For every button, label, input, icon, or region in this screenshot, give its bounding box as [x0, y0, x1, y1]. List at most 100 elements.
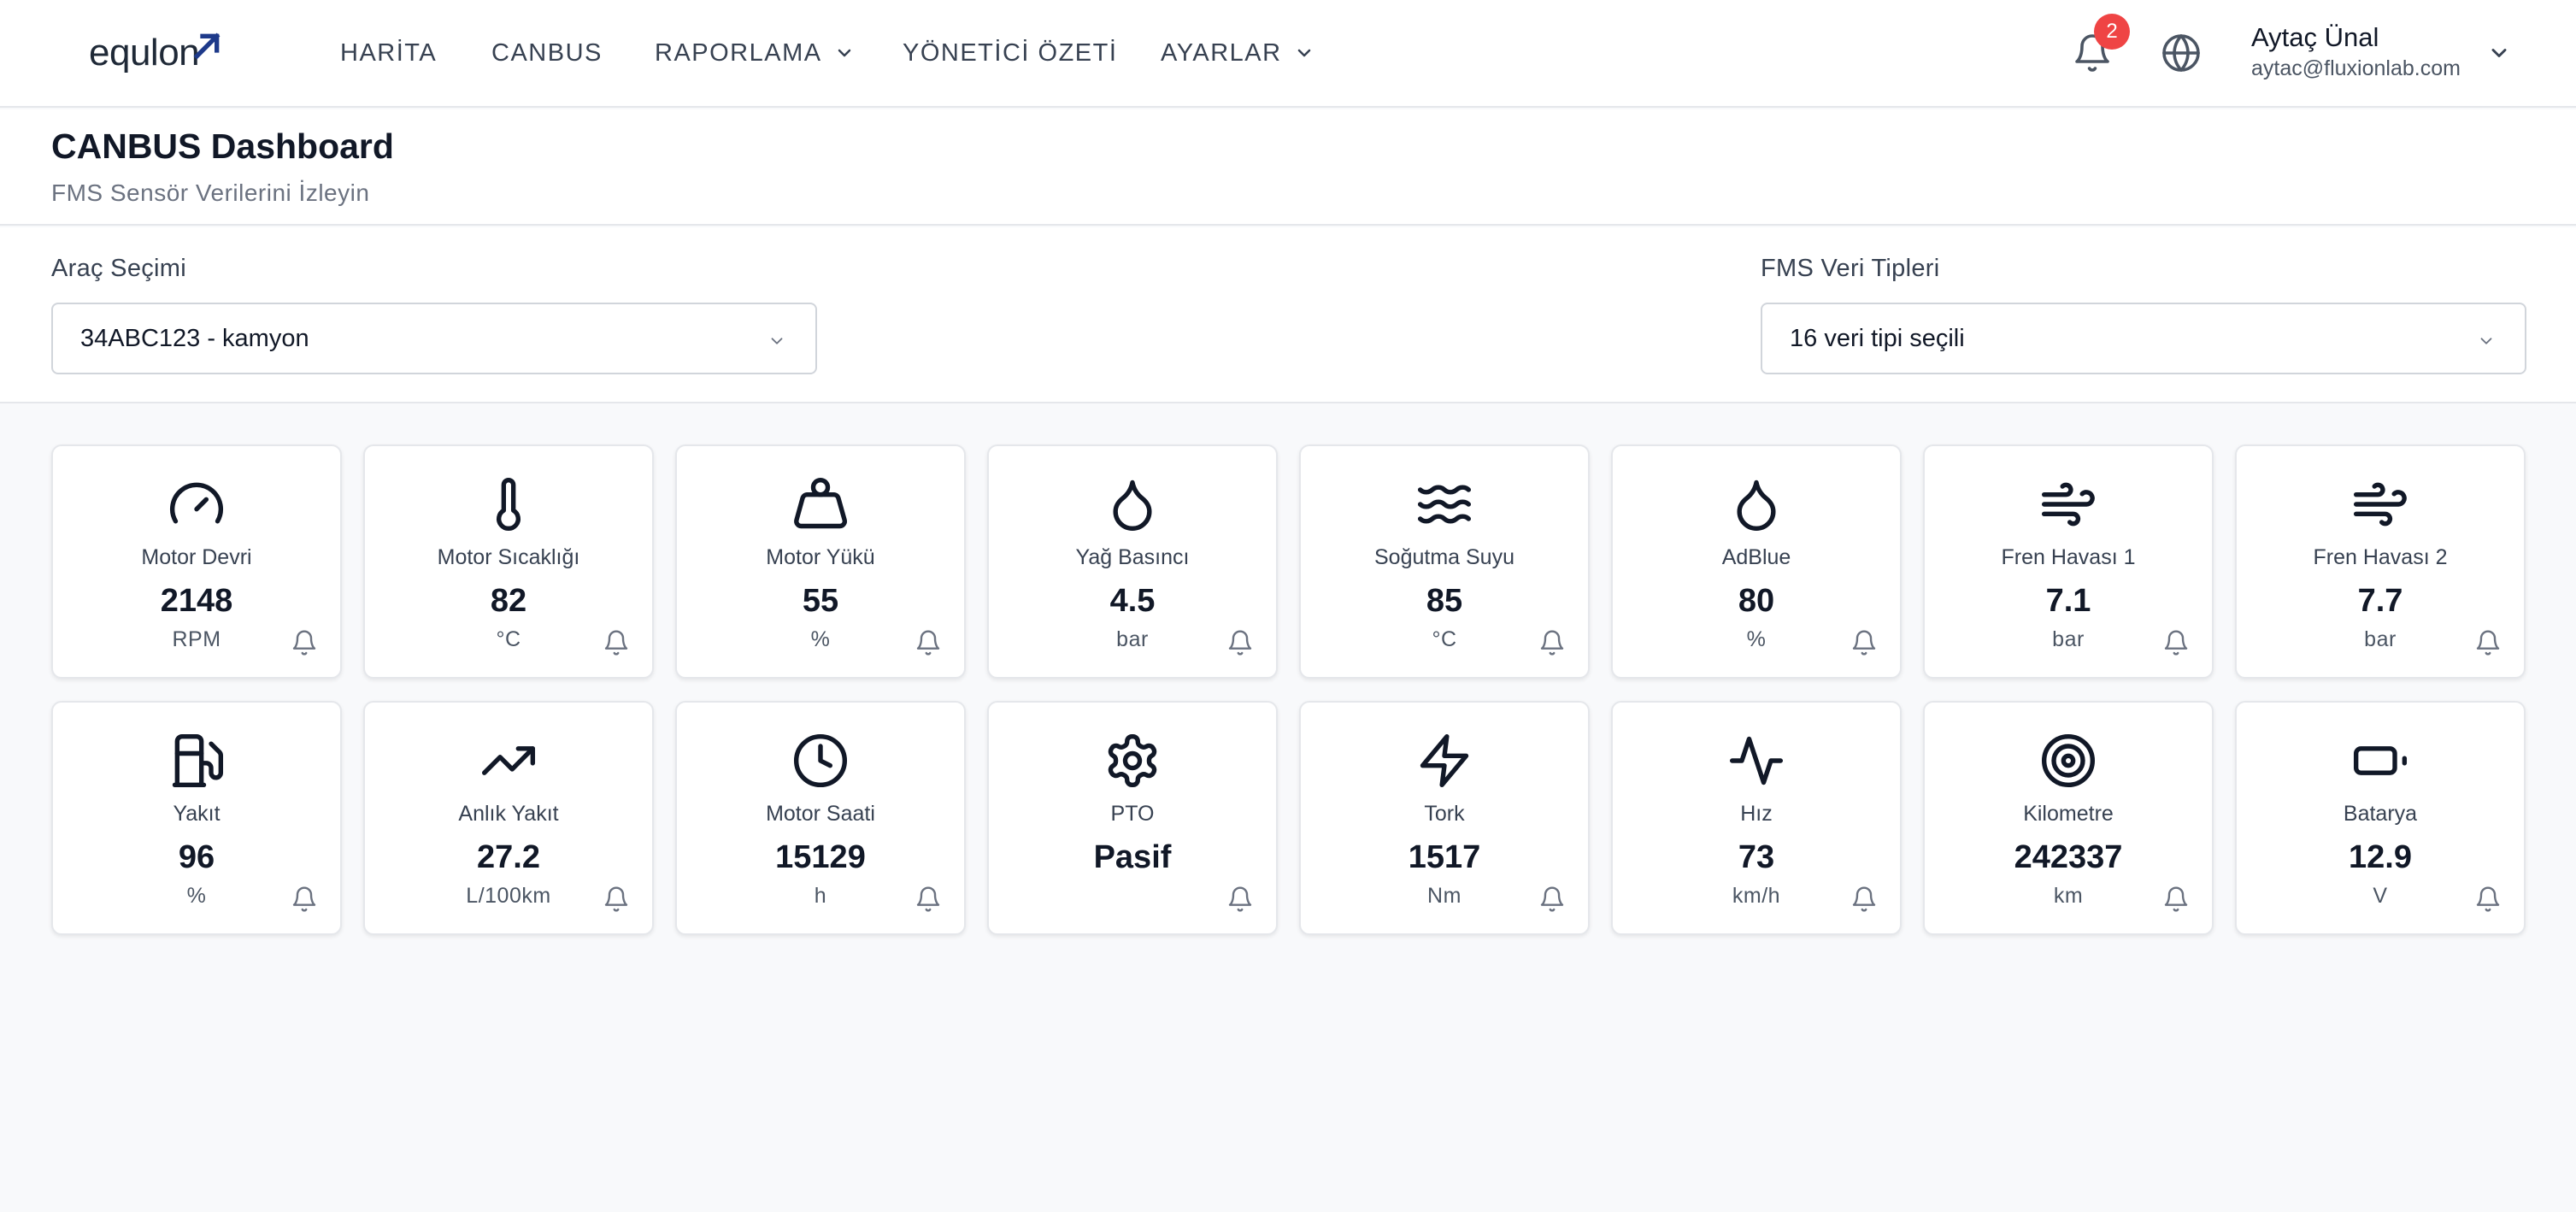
filter-bar: Araç Seçimi 34ABC123 - kamyon FMS Veri T…: [0, 227, 2576, 403]
sensor-card-adblue[interactable]: AdBlue 80%: [1611, 444, 1902, 679]
logo-arrow-icon: [193, 32, 221, 60]
target-icon: [2041, 733, 2096, 788]
sensor-label: Yağ Basıncı: [1075, 545, 1190, 569]
sensor-label: Fren Havası 2: [2313, 545, 2448, 569]
page-title: CANBUS Dashboard: [51, 126, 394, 166]
sensor-value: Pasif: [1093, 839, 1172, 875]
user-menu-chevron-icon[interactable]: [2487, 41, 2511, 65]
nav-item-yonetici-ozeti[interactable]: YÖNETİCİ ÖZETİ: [903, 34, 1117, 72]
alert-bell-icon[interactable]: [2162, 629, 2190, 656]
gear-icon: [1108, 733, 1157, 788]
gauge-icon: [170, 482, 223, 524]
sensor-value: 85: [1426, 583, 1463, 619]
user-name[interactable]: Aytaç Ünal: [2251, 22, 2379, 53]
sensor-value: 15129: [775, 839, 866, 875]
data-types-select[interactable]: 16 veri tipi seçili: [1761, 303, 2526, 374]
sensor-value: 55: [802, 583, 839, 619]
sensor-value: 242337: [2014, 839, 2123, 875]
droplet-icon: [1113, 480, 1152, 532]
sensor-label: Motor Devri: [141, 545, 252, 569]
sensor-label: Motor Yükü: [766, 545, 875, 569]
nav-item-label: YÖNETİCİ ÖZETİ: [903, 38, 1118, 67]
brand-logo[interactable]: equlon: [89, 29, 221, 77]
sensor-card-tork[interactable]: Tork 1517 Nm: [1299, 701, 1590, 935]
alert-bell-icon[interactable]: [291, 885, 318, 913]
sensor-card-hiz[interactable]: Hız 73 km/h: [1611, 701, 1902, 935]
zap-icon: [1420, 733, 1469, 788]
user-email: aytac@fluxionlab.com: [2251, 56, 2461, 80]
trending-up-icon: [481, 746, 536, 775]
alert-bell-icon[interactable]: [915, 629, 942, 656]
thermometer-icon: [497, 478, 520, 532]
nav-item-label: HARİTA: [340, 38, 438, 67]
data-types-select-label: FMS Veri Tipleri: [1761, 255, 1940, 282]
sensor-card-yag-basinci[interactable]: Yağ Basıncı 4.5 bar: [987, 444, 1278, 679]
globe-icon: [2162, 34, 2200, 72]
sensor-card-motor-yuku[interactable]: Motor Yükü 55%: [675, 444, 966, 679]
sensor-card-anlik-yakit[interactable]: Anlık Yakıt 27.2 L/100km: [363, 701, 654, 935]
sensor-value: 96: [178, 839, 215, 875]
sensor-card-batarya[interactable]: Batarya 12.9 V: [2235, 701, 2526, 935]
nav-item-raporlama[interactable]: RAPORLAMA: [655, 34, 855, 72]
sensor-card-motor-sicakligi[interactable]: Motor Sıcaklığı 82 °C: [363, 444, 654, 679]
sensor-label: Soğutma Suyu: [1374, 545, 1514, 569]
vehicle-select[interactable]: 34ABC123 - kamyon: [51, 303, 817, 374]
alert-bell-icon[interactable]: [1850, 629, 1878, 656]
sensor-value: 82: [490, 583, 527, 619]
waves-icon: [1417, 485, 1472, 524]
sensor-value: 80: [1738, 583, 1775, 619]
sensor-label: Batarya: [2343, 802, 2418, 826]
alert-bell-icon[interactable]: [603, 885, 630, 913]
wind-icon: [2041, 482, 2095, 527]
alert-bell-icon[interactable]: [1226, 629, 1254, 656]
alert-bell-icon[interactable]: [1850, 885, 1878, 913]
sensor-card-motor-saati[interactable]: Motor Saati 15129 h: [675, 701, 966, 935]
sensor-card-yakit[interactable]: Yakıt 96%: [51, 701, 342, 935]
alert-bell-icon[interactable]: [2474, 629, 2502, 656]
alert-bell-icon[interactable]: [2162, 885, 2190, 913]
alert-bell-icon[interactable]: [603, 629, 630, 656]
sensor-label: Yakıt: [173, 802, 221, 826]
page-subtitle: FMS Sensör Verilerini İzleyin: [51, 179, 370, 206]
sensor-card-sogutma-suyu[interactable]: Soğutma Suyu 85 °C: [1299, 444, 1590, 679]
vehicle-select-value: 34ABC123 - kamyon: [80, 324, 309, 352]
sensor-label: PTO: [1110, 802, 1155, 826]
sensor-card-kilometre[interactable]: Kilometre 242337 km: [1923, 701, 2214, 935]
nav-item-harita[interactable]: HARİTA: [340, 34, 437, 72]
sensor-label: Tork: [1424, 802, 1465, 826]
sensor-card-fren-havasi-2[interactable]: Fren Havası 2 7.7 bar: [2235, 444, 2526, 679]
activity-icon: [1729, 736, 1784, 785]
fuel-icon: [172, 733, 224, 788]
data-types-select-value: 16 veri tipi seçili: [1790, 324, 1965, 352]
alert-bell-icon[interactable]: [1538, 629, 1566, 656]
sensor-label: Anlık Yakıt: [458, 802, 559, 826]
page-header: CANBUS Dashboard FMS Sensör Verilerini İ…: [0, 109, 2576, 226]
language-button[interactable]: [2161, 32, 2202, 74]
sensor-value: 2148: [160, 583, 233, 619]
sensor-value: 7.1: [2045, 583, 2091, 619]
sensor-card-pto[interactable]: PTO Pasif: [987, 701, 1278, 935]
chevron-down-icon: [1297, 49, 1310, 57]
nav-item-label: AYARLAR: [1161, 38, 1282, 67]
alert-bell-icon[interactable]: [915, 885, 942, 913]
droplet-icon: [1737, 480, 1776, 532]
wind-icon: [2353, 482, 2407, 527]
alert-bell-icon[interactable]: [1226, 885, 1254, 913]
sensor-card-fren-havasi-1[interactable]: Fren Havası 1 7.1 bar: [1923, 444, 2214, 679]
nav-item-canbus[interactable]: CANBUS: [491, 34, 603, 72]
sensor-label: AdBlue: [1721, 545, 1791, 569]
sensor-card-motor-devri[interactable]: Motor Devri 2148 RPM: [51, 444, 342, 679]
chevron-down-icon: [838, 49, 850, 57]
alert-bell-icon[interactable]: [291, 629, 318, 656]
sensor-value: 7.7: [2357, 583, 2403, 619]
weight-icon: [794, 477, 848, 529]
sensor-value: 1517: [1408, 839, 1481, 875]
brand-name: equlon: [89, 32, 200, 74]
nav-item-ayarlar[interactable]: AYARLAR: [1161, 34, 1314, 72]
alert-bell-icon[interactable]: [1538, 885, 1566, 913]
sensor-value: 4.5: [1109, 583, 1156, 619]
sensor-value: 12.9: [2349, 839, 2412, 875]
alert-bell-icon[interactable]: [2474, 885, 2502, 913]
notification-count-badge: 2: [2094, 14, 2130, 50]
nav-item-label: RAPORLAMA: [655, 38, 822, 67]
